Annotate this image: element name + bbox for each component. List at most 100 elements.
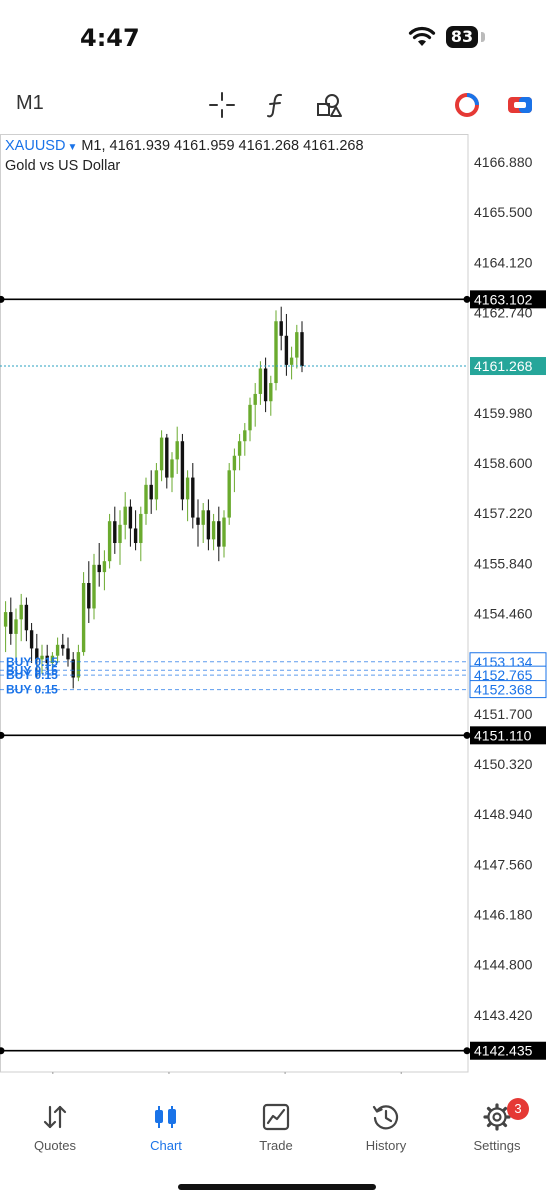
candle-body [263,368,268,402]
candle-body [118,524,122,544]
candle-body [154,470,159,500]
candle-body [279,321,283,336]
candle-body [87,583,91,609]
symbol-description: Gold vs US Dollar [5,158,121,174]
price-tick-label: 4151.700 [474,706,533,722]
settings-badge: 3 [507,1098,529,1120]
horizontal-line-price-label: 4151.110 [474,727,532,743]
horizontal-line-handle [463,1047,471,1055]
one-click-trading-icon[interactable] [452,90,482,120]
price-tick-label: 4164.120 [474,254,533,270]
horizontal-line-handle [463,295,471,303]
candle-body [185,477,190,500]
order-price-label: 4152.368 [474,682,533,698]
price-tick-label: 4146.180 [474,907,533,923]
candle-body [113,521,117,544]
candle-body [128,506,133,529]
crosshair-icon[interactable] [207,90,237,120]
candle-body [237,441,242,456]
symbol-name[interactable]: XAUUSD [5,138,65,154]
objects-icon[interactable] [314,90,344,120]
battery-indicator: 83 [446,26,478,48]
price-tick-label: 4150.320 [474,756,533,772]
nav-label-chart: Chart [150,1138,182,1153]
candle-body [144,484,148,514]
candle-body [284,335,289,365]
chart-icon [155,1106,176,1128]
status-bar: 4:47 83 [0,0,553,78]
indicators-icon[interactable] [261,90,291,120]
candlestick-chart[interactable]: 4166.8804165.5004164.1204162.7404159.980… [0,134,553,1074]
chart-toolbar: M1 [0,78,553,134]
candle-body [248,404,252,431]
price-tick-label: 4147.560 [474,856,533,872]
candle-body [159,437,164,471]
candle-body [9,612,13,634]
price-tick-label: 4143.420 [474,1007,533,1023]
horizontal-line-price-label: 4163.102 [474,291,533,307]
price-tick-label: 4159.980 [474,405,533,421]
candle-body [102,561,107,573]
horizontal-line-price-label: 4142.435 [474,1043,533,1059]
candle-body [165,437,169,478]
chart-frame [0,134,469,1073]
history-icon [372,1105,399,1130]
candle-body [123,506,127,525]
candle-body [24,604,29,631]
candle-body [81,583,86,653]
candle-body [274,321,278,384]
candle-body [232,455,237,471]
nav-label-history: History [365,1138,407,1153]
candle-body [269,383,273,402]
horizontal-line-handle [0,295,5,303]
nav-item-history[interactable]: History [336,1102,436,1162]
candle-body [201,510,205,525]
candle-body [300,332,304,367]
candle-body [170,459,174,478]
price-tick-label: 4155.840 [474,555,533,571]
bid-price-label: 4161.268 [474,358,533,374]
trade-panel-icon[interactable] [505,90,535,120]
nav-label-trade: Trade [259,1138,293,1153]
candle-body [211,521,216,540]
candle-body [61,644,65,649]
candle-body [289,357,294,365]
candle-body [253,393,257,405]
candle-body [107,521,112,562]
horizontal-line-handle [463,731,471,739]
nav-item-settings[interactable]: 3 Settings [447,1098,547,1162]
candle-body [175,441,179,460]
price-tick-label: 4158.600 [474,455,533,471]
candle-body [217,521,221,547]
battery-nub [481,32,485,42]
symbol-caret-icon[interactable]: ▼ [67,142,77,153]
candle-body [14,619,18,634]
candle-body [243,430,247,442]
nav-item-quotes[interactable]: Quotes [5,1102,105,1162]
nav-item-chart[interactable]: Chart [116,1102,216,1162]
candle-body [258,368,263,394]
candle-body [19,604,23,620]
candle-body [97,564,101,573]
candle-body [3,612,8,627]
candle-body [76,652,81,678]
candle-body [133,528,138,544]
symbol-quote: M1, 4161.939 4161.959 4161.268 4161.268 [81,138,364,154]
nav-label-settings: Settings [473,1138,521,1153]
candle-body [92,564,96,609]
price-tick-label: 4157.220 [474,505,533,521]
candle-body [227,470,231,518]
candle-body [29,630,34,649]
order-label: BUY 0.15 [6,683,58,697]
nav-label-quotes: Quotes [34,1138,76,1153]
horizontal-line-handle [0,731,5,739]
price-tick-label: 4144.800 [474,957,533,973]
candle-body [295,332,299,358]
quotes-icon [43,1105,67,1129]
home-indicator[interactable] [178,1184,376,1190]
timeframe-button[interactable]: M1 [16,92,44,115]
price-chart[interactable]: 4166.880 4165.500 4164.120 4162.740 4159.980… [0,134,553,1074]
trade-icon [262,1103,290,1131]
wifi-icon [408,26,436,46]
nav-item-trade[interactable]: Trade [226,1102,326,1162]
